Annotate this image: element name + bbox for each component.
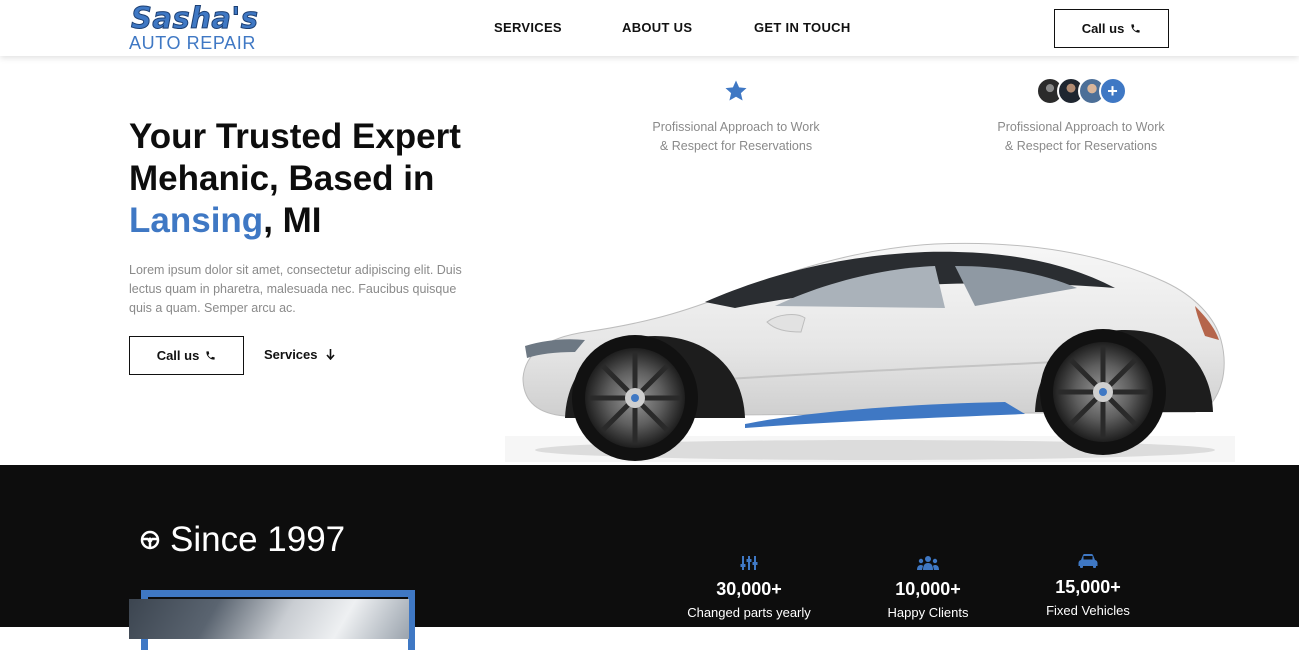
avatar-group: + xyxy=(1035,77,1127,105)
mechanic-photo xyxy=(129,599,409,639)
since-heading: Since 1997 xyxy=(140,520,345,560)
logo-tagline: AUTO REPAIR xyxy=(129,33,256,53)
car-image xyxy=(505,242,1235,462)
header-call-label: Call us xyxy=(1081,21,1125,36)
hero-title-line2: Mehanic, Based in xyxy=(129,159,435,198)
stat-vehicles: 15,000+ Fixed Vehicles xyxy=(1013,551,1163,620)
star-icon xyxy=(725,80,747,101)
users-icon xyxy=(917,556,939,570)
hero-call-button[interactable]: Call us xyxy=(129,336,244,375)
car-icon xyxy=(1078,554,1098,568)
nav-get-in-touch[interactable]: GET IN TOUCH xyxy=(754,20,851,35)
front-wheel xyxy=(572,335,698,461)
stat-value: 30,000+ xyxy=(716,579,782,599)
since-title: Since 1997 xyxy=(170,520,346,559)
site-header: Sasha's AUTO REPAIR SERVICES ABOUT US GE… xyxy=(0,0,1299,56)
feature-text-line2: & Respect for Reservations xyxy=(659,139,813,153)
phone-icon xyxy=(1131,24,1140,33)
hero-title-line1: Your Trusted Expert xyxy=(129,117,461,156)
logo[interactable]: Sasha's AUTO REPAIR xyxy=(129,2,284,54)
feature-professional: Profissional Approach to Work & Respect … xyxy=(636,74,836,156)
stat-value: 10,000+ xyxy=(895,579,961,599)
hero-section: Your Trusted Expert Mehanic, Based in La… xyxy=(0,56,1299,465)
arrow-down-icon xyxy=(325,349,335,360)
feature-text-line1: Profissional Approach to Work xyxy=(652,120,820,134)
header-call-button[interactable]: Call us xyxy=(1054,9,1169,48)
hero-title-state: , MI xyxy=(263,201,322,240)
hero-services-link[interactable]: Services xyxy=(264,347,335,362)
hero-title: Your Trusted Expert Mehanic, Based in La… xyxy=(129,116,509,242)
hero-call-label: Call us xyxy=(156,348,200,363)
nav-services[interactable]: SERVICES xyxy=(494,20,562,35)
stat-label: Changed parts yearly xyxy=(687,605,811,620)
stat-label: Happy Clients xyxy=(887,605,969,620)
plus-icon[interactable]: + xyxy=(1098,77,1127,105)
feature-text-line2: & Respect for Reservations xyxy=(1004,139,1158,153)
feature-team: + Profissional Approach to Work & Respec… xyxy=(981,74,1181,156)
rear-wheel xyxy=(1040,329,1166,455)
sliders-icon xyxy=(740,556,758,570)
stat-clients: 10,000+ Happy Clients xyxy=(853,553,1003,622)
hero-services-label: Services xyxy=(264,347,318,362)
feature-text-line1: Profissional Approach to Work xyxy=(997,120,1165,134)
logo-wordmark: Sasha's xyxy=(131,1,259,35)
hero-title-city: Lansing xyxy=(129,201,264,240)
hero-description: Lorem ipsum dolor sit amet, consectetur … xyxy=(129,263,462,315)
nav-about-us[interactable]: ABOUT US xyxy=(622,20,692,35)
steering-wheel-icon xyxy=(140,530,160,550)
about-section: Since 1997 30,000+ Changed parts yearly … xyxy=(0,465,1299,650)
stat-parts: 30,000+ Changed parts yearly xyxy=(674,553,824,622)
phone-icon xyxy=(206,351,215,360)
stat-label: Fixed Vehicles xyxy=(1046,603,1130,618)
stat-value: 15,000+ xyxy=(1055,577,1121,597)
